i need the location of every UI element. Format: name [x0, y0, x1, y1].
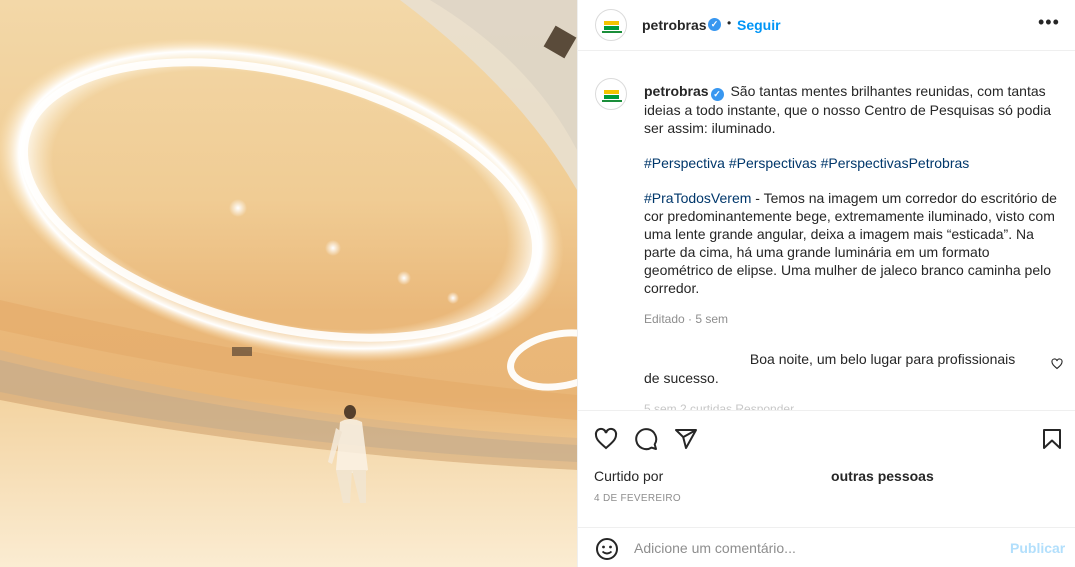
comment-text-cont: de sucesso.	[644, 370, 719, 386]
brand-logo-bar	[604, 95, 619, 99]
caption-avatar[interactable]	[595, 78, 627, 110]
post-header: petrobras ✓ • Seguir •••	[578, 0, 1075, 51]
caption-username[interactable]: petrobras	[644, 83, 709, 99]
caption-meta: Editado · 5 sem	[644, 312, 729, 326]
verified-icon: ✓	[708, 18, 721, 31]
follow-button[interactable]: Seguir	[737, 17, 781, 33]
brand-logo-text	[602, 100, 622, 102]
action-bar	[578, 410, 1075, 466]
publish-button[interactable]: Publicar	[1010, 540, 1065, 556]
comment-icon[interactable]	[634, 427, 658, 451]
comment-item: Boa noite, um belo lugar para profission…	[644, 350, 1044, 388]
corridor-photo	[0, 0, 577, 567]
heart-icon[interactable]	[594, 427, 618, 451]
post-panel: petrobras ✓ • Seguir ••• petrobras ✓ São …	[577, 0, 1075, 567]
brand-logo-bar	[604, 26, 619, 30]
comment-meta-partial: 5 sem 2 curtidas Responder	[644, 402, 795, 410]
verified-icon: ✓	[710, 88, 724, 101]
more-icon[interactable]: •••	[1038, 12, 1060, 33]
post-caption: petrobras ✓ São tantas mentes brilhantes …	[644, 82, 1062, 328]
comments-section[interactable]: petrobras ✓ São tantas mentes brilhantes …	[578, 52, 1075, 410]
comment-heart-icon[interactable]	[1051, 358, 1063, 370]
share-icon[interactable]	[674, 427, 698, 451]
emoji-icon[interactable]	[595, 537, 619, 561]
likes-others[interactable]: outras pessoas	[831, 468, 934, 484]
username-link[interactable]: petrobras	[642, 17, 707, 33]
post-date[interactable]: 4 DE FEVEREIRO	[594, 493, 681, 504]
comment-input[interactable]	[634, 537, 994, 559]
likes-prefix: Curtido por	[594, 468, 664, 484]
avatar[interactable]	[595, 9, 627, 41]
bookmark-icon[interactable]	[1040, 427, 1064, 451]
post-image[interactable]	[0, 0, 577, 567]
alt-hashtag[interactable]: #PraTodosVerem	[644, 190, 751, 206]
brand-logo	[604, 90, 619, 94]
brand-logo-text	[602, 31, 622, 33]
likes-summary[interactable]: Curtido por outras pessoas	[594, 468, 934, 484]
hidden-username	[644, 352, 746, 364]
brand-logo	[604, 21, 619, 25]
separator-dot: •	[727, 16, 732, 30]
hashtags[interactable]: #Perspectiva #Perspectivas #Perspectivas…	[644, 155, 969, 171]
comment-text: Boa noite, um belo lugar para profission…	[749, 351, 1016, 367]
add-comment-bar: Publicar	[578, 527, 1075, 567]
